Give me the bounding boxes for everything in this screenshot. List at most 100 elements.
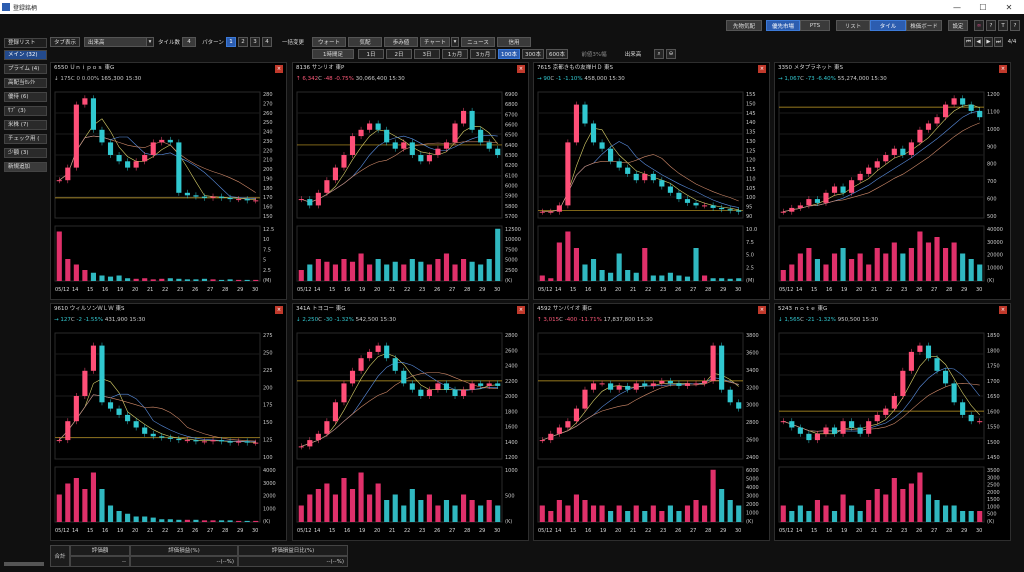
close-button[interactable]: ✕ bbox=[996, 0, 1022, 14]
volume-bar bbox=[608, 511, 614, 522]
volume-checkbox[interactable]: 出来高 bbox=[618, 49, 648, 59]
candle bbox=[539, 211, 545, 213]
volume-bar bbox=[676, 511, 682, 522]
pts-button[interactable]: PTS bbox=[800, 20, 830, 31]
close-panel-icon[interactable]: × bbox=[999, 306, 1007, 314]
stock-board-button[interactable]: 株価ボード bbox=[906, 20, 942, 31]
sidebar-item-main[interactable]: メイン (32) bbox=[4, 50, 47, 60]
chart-panel[interactable]: 8136 サンリオ 東P × ↑ 6,342C -48 -0.75% 30,06… bbox=[292, 62, 529, 300]
pin-icon[interactable]: ? bbox=[1010, 20, 1020, 31]
sidebar-item-check[interactable]: チェック用 ( bbox=[4, 134, 47, 144]
sidebar-item-prime[interactable]: プライム (4) bbox=[4, 64, 47, 74]
chart-panel[interactable]: 4592 サンバイオ 東G × ↑ 3,015C -400 -11.71% 17… bbox=[533, 303, 770, 541]
tile-view-button[interactable]: タイル bbox=[870, 20, 906, 31]
help-icon[interactable]: ? bbox=[986, 20, 996, 31]
add-list-button[interactable]: 新規追加 bbox=[4, 162, 47, 172]
stock-chart[interactable]: 6900 6800 6700 6600 6500 6400 6300 6200 6100 6000… bbox=[293, 86, 528, 299]
tab-quote[interactable]: 気配 bbox=[348, 37, 382, 47]
sidebar-item-benefits[interactable]: 優待 (6) bbox=[4, 92, 47, 102]
zoom-out-icon[interactable]: ⊖ bbox=[666, 49, 676, 59]
trend-arrow: ↑ bbox=[537, 317, 542, 323]
maximize-button[interactable]: ☐ bbox=[970, 0, 996, 14]
range-1m-button[interactable]: 1ヵ月 bbox=[442, 49, 468, 59]
range-1d-button[interactable]: 1日 bbox=[358, 49, 384, 59]
tab-chart[interactable]: チャート bbox=[420, 37, 450, 47]
sidebar-item-small[interactable]: 少額 (3) bbox=[4, 148, 47, 158]
chart-menu-arrow-icon[interactable]: ▾ bbox=[451, 37, 459, 47]
tile-count-stepper[interactable]: 4 bbox=[182, 37, 196, 47]
chart-panel[interactable]: 341A トヨコー 東G × ↓ 2,250C -30 -1.32% 542,5… bbox=[292, 303, 529, 541]
close-panel-icon[interactable]: × bbox=[275, 306, 283, 314]
minimize-button[interactable]: — bbox=[944, 0, 970, 14]
stock-chart[interactable]: 1850 1800 1750 1700 1650 1600 1550 1500 1450 3500… bbox=[775, 327, 1010, 540]
close-panel-icon[interactable]: × bbox=[758, 306, 766, 314]
priority-market-button[interactable]: 優先市場 bbox=[766, 20, 800, 31]
candle bbox=[539, 440, 545, 442]
market-select-arrow-icon[interactable]: ▾ bbox=[146, 37, 154, 47]
sidebar-item-sub[interactable]: ｻﾌﾞ (3) bbox=[4, 106, 47, 116]
close-panel-icon[interactable]: × bbox=[517, 306, 525, 314]
prev-page-icon[interactable]: ◀ bbox=[974, 37, 983, 47]
chart-panel[interactable]: 7615 京都きもの友禅ＨＤ 東S × → 90C -1 -1.10% 458,… bbox=[533, 62, 770, 300]
y-tick-label: 2800 bbox=[746, 420, 759, 426]
bars-300-button[interactable]: 300本 bbox=[522, 49, 544, 59]
bars-100-button[interactable]: 100本 bbox=[498, 49, 520, 59]
chart-panel[interactable]: 5243 ｎｏｔｅ 東G × ↓ 1,565C -21 -1.32% 950,5… bbox=[774, 303, 1011, 541]
sidebar-item-us-stocks[interactable]: 米株 (7) bbox=[4, 120, 47, 130]
price-line: ↑ 6,342C -48 -0.75% 30,066,400 15:30 bbox=[293, 74, 528, 85]
pattern-2-button[interactable]: 2 bbox=[238, 37, 248, 47]
tab-margin[interactable]: 信用 bbox=[497, 37, 531, 47]
chart-panel[interactable]: 6550 Ｕｎｉｐｏｓ 東G × ↓ 175C 0 0.00% 165,300 … bbox=[50, 62, 287, 300]
volume-bar bbox=[573, 494, 579, 522]
bars-600-button[interactable]: 600本 bbox=[546, 49, 568, 59]
prev-3pct-checkbox[interactable]: 前値3%幅 bbox=[574, 49, 614, 59]
candle bbox=[201, 441, 208, 443]
y-tick-label: 280 bbox=[263, 92, 273, 98]
stock-chart[interactable]: 1200110010009008007006005004000030000200… bbox=[775, 86, 1010, 299]
pattern-4-button[interactable]: 4 bbox=[262, 37, 272, 47]
stock-chart[interactable]: 280 270 260 250 240 230 220 210 200 190 180 170 160 1… bbox=[51, 86, 286, 299]
futures-quote-button[interactable]: 先物気配 bbox=[726, 20, 762, 31]
candle bbox=[719, 207, 725, 210]
pattern-1-button[interactable]: 1 bbox=[226, 37, 236, 47]
range-3d-button[interactable]: 3日 bbox=[414, 49, 440, 59]
settings-button[interactable]: 設定 bbox=[948, 20, 968, 31]
tab-board[interactable]: ウォート bbox=[312, 37, 346, 47]
y-tick-label: 2800 bbox=[505, 333, 518, 339]
x-tick-label: 29 bbox=[237, 528, 243, 534]
tab-ticks[interactable]: 歩み値 bbox=[384, 37, 418, 47]
market-select[interactable]: 出来高 bbox=[84, 37, 154, 47]
range-2d-button[interactable]: 2日 bbox=[386, 49, 412, 59]
text-icon[interactable]: T bbox=[998, 20, 1008, 31]
stock-chart[interactable]: 3800 3600 3400 3200 3000 2800 2600 2400 6000 5000… bbox=[534, 327, 769, 540]
link-icon[interactable]: ∞ bbox=[974, 20, 984, 31]
stock-chart[interactable]: 155 150 145 140 135 130 125 120 115 110 105 100 95 90… bbox=[534, 86, 769, 299]
tab-news[interactable]: ニュース bbox=[461, 37, 495, 47]
stock-chart[interactable]: 2800 2600 2400 2200 2000 1800 1600 1400 1200 1000… bbox=[293, 327, 528, 540]
close-panel-icon[interactable]: × bbox=[275, 65, 283, 73]
y-tick-label: 2600 bbox=[505, 348, 518, 354]
chart-panel[interactable]: 9610 ウィルソンＷＬＷ 東S × → 127C -2 -1.55% 431,… bbox=[50, 303, 287, 541]
moving-average-line bbox=[59, 118, 256, 200]
close-panel-icon[interactable]: × bbox=[758, 65, 766, 73]
sidebar-item-high-dividend[interactable]: 高配当ｾﾚｸﾄ bbox=[4, 78, 47, 88]
chart-panel[interactable]: 3350 メタプラネット 東S × → 1,067C -73 -6.40% 55… bbox=[774, 62, 1011, 300]
candle bbox=[840, 421, 846, 434]
candle bbox=[341, 383, 347, 403]
volume-bar bbox=[590, 259, 597, 281]
zoom-in-icon[interactable]: ⌕ bbox=[654, 49, 664, 59]
next-page-icon[interactable]: ▶ bbox=[984, 37, 993, 47]
pattern-3-button[interactable]: 3 bbox=[250, 37, 260, 47]
last-page-icon[interactable]: ⏭ bbox=[994, 37, 1003, 47]
range-3m-button[interactable]: 3ヵ月 bbox=[470, 49, 496, 59]
volume-bar bbox=[367, 494, 373, 522]
first-page-icon[interactable]: ⏮ bbox=[964, 37, 973, 47]
close-panel-icon[interactable]: × bbox=[517, 65, 525, 73]
close-panel-icon[interactable]: × bbox=[999, 65, 1007, 73]
stock-chart[interactable]: 275 250 225 200 175 150 125 100 4000 3000 2000 1000… bbox=[51, 327, 286, 540]
interval-select[interactable]: 1時間足 bbox=[312, 49, 354, 59]
moving-average-line bbox=[783, 104, 980, 212]
horizontal-scrollbar[interactable] bbox=[4, 562, 44, 566]
list-view-button[interactable]: リスト bbox=[836, 20, 870, 31]
candle bbox=[392, 142, 398, 149]
